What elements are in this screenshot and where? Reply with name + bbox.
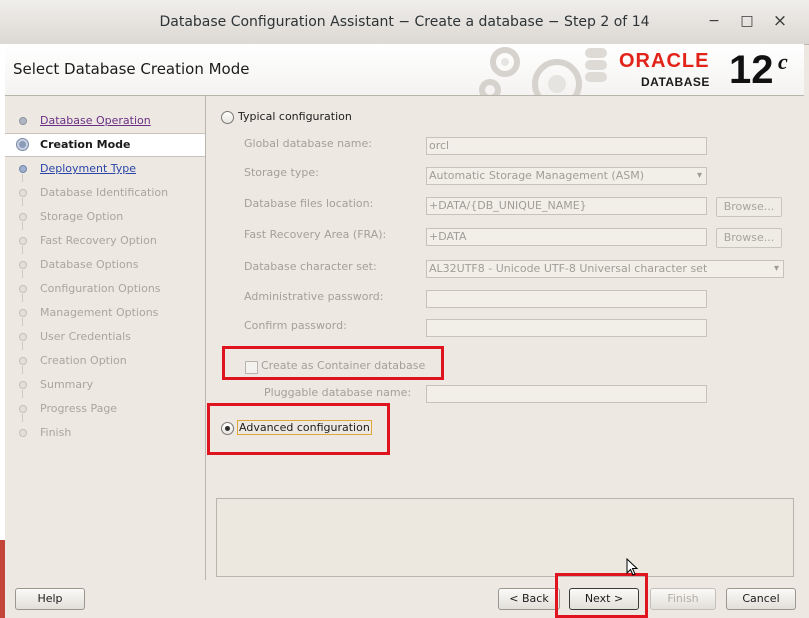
nav-step-label: User Credentials bbox=[40, 330, 131, 343]
step-dot-icon bbox=[19, 261, 27, 269]
nav-step-fast-recovery-option: Fast Recovery Option bbox=[5, 222, 205, 252]
step-current-icon bbox=[17, 139, 28, 150]
nav-step-label: Deployment Type bbox=[40, 162, 137, 175]
global-db-name-field[interactable]: orcl bbox=[426, 137, 707, 155]
highlight-container-option bbox=[222, 346, 444, 380]
step-connector bbox=[22, 174, 23, 182]
storage-type-select[interactable]: Automatic Storage Management (ASM) bbox=[426, 167, 707, 185]
step-dot-icon bbox=[19, 381, 27, 389]
nav-step-deployment-type[interactable]: Deployment Type bbox=[5, 158, 205, 180]
admin-password-label: Administrative password: bbox=[244, 290, 384, 303]
step-dot-icon bbox=[19, 165, 27, 173]
step-dot-icon bbox=[19, 285, 27, 293]
step-connector bbox=[22, 198, 23, 206]
fra-field[interactable]: +DATA bbox=[426, 228, 707, 246]
step-connector bbox=[22, 222, 23, 230]
page-title: Select Database Creation Mode bbox=[13, 60, 250, 78]
step-dot-icon bbox=[19, 405, 27, 413]
step-connector bbox=[22, 294, 23, 302]
oracle-database-text: DATABASE bbox=[641, 75, 710, 89]
highlight-advanced-option bbox=[207, 403, 390, 455]
step-dot-icon bbox=[19, 117, 27, 125]
typical-configuration-radio[interactable] bbox=[221, 111, 234, 124]
nav-step-user-credentials: User Credentials bbox=[5, 318, 205, 348]
step-connector bbox=[22, 318, 23, 326]
db-files-location-label: Database files location: bbox=[244, 197, 374, 210]
messages-pane bbox=[216, 498, 794, 577]
step-connector bbox=[22, 414, 23, 422]
db-files-location-field[interactable]: +DATA/{DB_UNIQUE_NAME} bbox=[426, 197, 707, 215]
pluggable-db-name-label: Pluggable database name: bbox=[264, 386, 412, 399]
pluggable-db-name-field[interactable] bbox=[426, 385, 707, 403]
step-connector bbox=[22, 366, 23, 374]
nav-step-label: Storage Option bbox=[40, 210, 124, 223]
step-connector bbox=[22, 246, 23, 254]
page-header: Select Database Creation Mode ORACLE DAT… bbox=[5, 44, 804, 96]
step-navigation: Database Operation Creation Mode Deploym… bbox=[5, 96, 206, 580]
confirm-password-label: Confirm password: bbox=[244, 319, 347, 332]
nav-step-label: Database Options bbox=[40, 258, 139, 271]
nav-step-management-options: Management Options bbox=[5, 294, 205, 324]
close-icon[interactable]: × bbox=[772, 13, 788, 30]
fra-browse-button[interactable]: Browse... bbox=[716, 228, 782, 248]
step-dot-icon bbox=[19, 237, 27, 245]
nav-step-summary: Summary bbox=[5, 366, 205, 396]
step-dot-icon bbox=[19, 357, 27, 365]
storage-type-label: Storage type: bbox=[244, 166, 319, 179]
step-dot-icon bbox=[19, 309, 27, 317]
step-dot-icon bbox=[19, 333, 27, 341]
nav-step-label: Management Options bbox=[40, 306, 159, 319]
minimize-icon[interactable]: − bbox=[706, 13, 722, 29]
nav-step-finish: Finish bbox=[5, 414, 205, 444]
nav-step-label: Finish bbox=[40, 426, 72, 439]
nav-step-label: Fast Recovery Option bbox=[40, 234, 157, 247]
fra-label: Fast Recovery Area (FRA): bbox=[244, 228, 387, 241]
version-suffix: c bbox=[778, 49, 788, 74]
charset-label: Database character set: bbox=[244, 260, 377, 273]
help-button[interactable]: Help bbox=[15, 588, 85, 610]
nav-step-progress-page: Progress Page bbox=[5, 390, 205, 420]
nav-step-database-identification: Database Identification bbox=[5, 174, 205, 204]
version-number: 12 bbox=[729, 48, 774, 92]
step-connector bbox=[22, 342, 23, 350]
mouse-pointer-icon bbox=[626, 558, 639, 576]
nav-step-creation-mode[interactable]: Creation Mode bbox=[5, 133, 205, 157]
typical-configuration-label[interactable]: Typical configuration bbox=[238, 110, 352, 123]
nav-step-label: Database Identification bbox=[40, 186, 169, 199]
highlight-next-button bbox=[555, 573, 648, 618]
nav-step-label: Creation Option bbox=[40, 354, 127, 367]
nav-step-storage-option: Storage Option bbox=[5, 198, 205, 228]
nav-step-label: Database Operation bbox=[40, 114, 151, 127]
db-files-browse-button[interactable]: Browse... bbox=[716, 197, 782, 217]
gears-icon bbox=[479, 47, 607, 95]
nav-step-creation-option: Creation Option bbox=[5, 342, 205, 372]
admin-password-field[interactable] bbox=[426, 290, 707, 308]
window-title: Database Configuration Assistant − Creat… bbox=[159, 14, 650, 30]
step-connector bbox=[22, 270, 23, 278]
charset-select[interactable]: AL32UTF8 - Unicode UTF-8 Universal chara… bbox=[426, 260, 784, 278]
nav-step-label: Progress Page bbox=[40, 402, 118, 415]
window-titlebar: Database Configuration Assistant − Creat… bbox=[0, 0, 809, 45]
nav-step-database-operation[interactable]: Database Operation bbox=[5, 110, 205, 132]
step-connector bbox=[22, 390, 23, 398]
nav-step-label: Summary bbox=[40, 378, 94, 391]
step-dot-icon bbox=[19, 213, 27, 221]
finish-button: Finish bbox=[650, 588, 716, 610]
step-dot-icon bbox=[19, 429, 27, 437]
step-dot-icon bbox=[19, 189, 27, 197]
nav-step-label: Configuration Options bbox=[40, 282, 161, 295]
global-db-name-label: Global database name: bbox=[244, 137, 372, 150]
nav-step-database-options: Database Options bbox=[5, 246, 205, 276]
oracle-logo-text: ORACLE bbox=[619, 50, 710, 72]
cancel-button[interactable]: Cancel bbox=[726, 588, 796, 610]
nav-step-label: Creation Mode bbox=[40, 138, 131, 151]
back-button[interactable]: < Back bbox=[498, 588, 560, 610]
nav-step-configuration-options: Configuration Options bbox=[5, 270, 205, 300]
maximize-icon[interactable]: □ bbox=[739, 13, 755, 29]
confirm-password-field[interactable] bbox=[426, 319, 707, 337]
